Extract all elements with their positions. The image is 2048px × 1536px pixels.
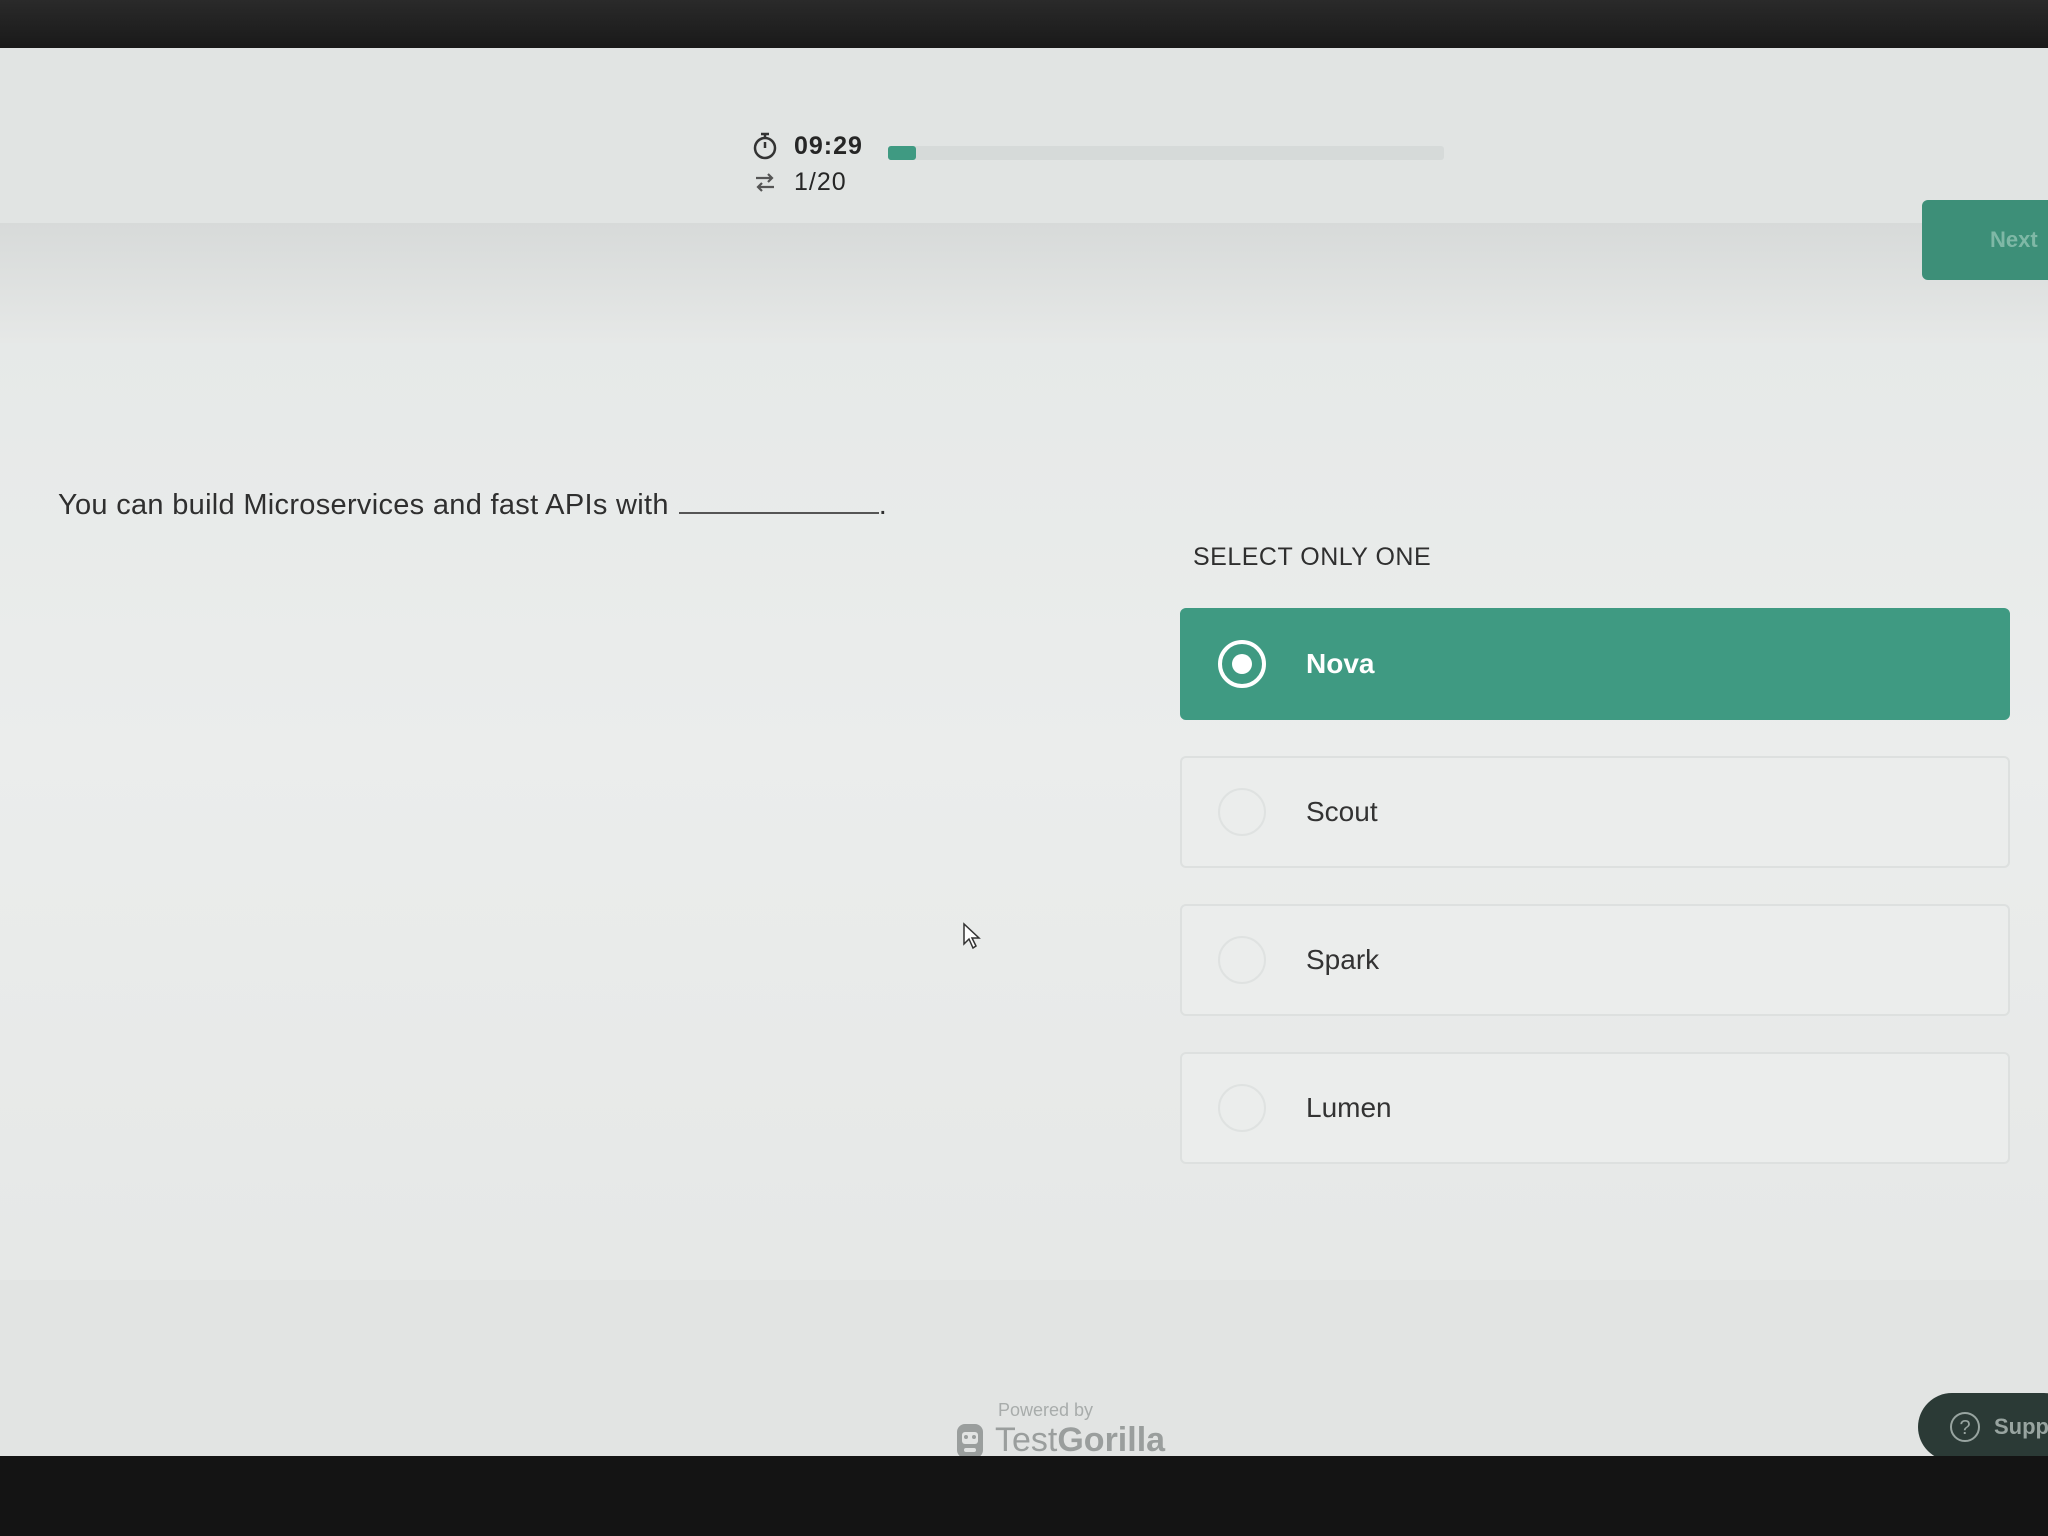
test-stats: 09:29 1/20 [750, 128, 863, 200]
counter-row: 1/20 [750, 164, 863, 200]
select-instruction: SELECT ONLY ONE [1193, 543, 1432, 571]
question-suffix: . [878, 489, 888, 521]
timer-row: 09:29 [750, 128, 863, 164]
brand-name-part1: Test [995, 1420, 1058, 1459]
progress-bar [888, 146, 1444, 160]
option-scout[interactable]: Scout [1180, 756, 2010, 868]
header-shadow [0, 223, 2048, 343]
support-label: Supp [1994, 1414, 2048, 1439]
question-counter: 1/20 [794, 167, 847, 196]
answer-blank [678, 488, 879, 514]
brand-name: TestGorilla [995, 1421, 1165, 1459]
screen: 09:29 1/20 Next You can build Microservi… [0, 48, 2048, 1458]
progress-fill [888, 146, 916, 160]
option-lumen[interactable]: Lumen [1180, 1052, 2010, 1164]
option-label: Lumen [1306, 1092, 1392, 1123]
monitor-bezel-bottom [0, 1456, 2048, 1536]
testgorilla-brand: TestGorilla [955, 1418, 1165, 1458]
mouse-pointer-icon [963, 922, 981, 950]
question-body: You can build Microservices and fast API… [58, 489, 669, 521]
arrows-swap-icon [756, 173, 774, 192]
option-spark[interactable]: Spark [1180, 904, 2010, 1016]
option-label: Scout [1306, 796, 1378, 827]
gorilla-logo-icon [957, 1424, 983, 1458]
radio-icon[interactable] [1218, 1084, 1266, 1132]
brand-name-part2: Gorilla [1057, 1420, 1166, 1459]
support-button[interactable]: ? Supp [1918, 1393, 2048, 1458]
option-nova[interactable]: Nova [1180, 608, 2010, 720]
question-text: You can build Microservices and fast API… [58, 488, 887, 522]
radio-icon[interactable] [1218, 788, 1266, 836]
radio-icon[interactable] [1218, 936, 1266, 984]
option-label: Nova [1306, 648, 1375, 679]
help-icon: ? [1950, 1412, 1980, 1442]
radio-selected-icon[interactable] [1218, 640, 1266, 688]
option-label: Spark [1306, 944, 1380, 975]
timer-value: 09:29 [794, 131, 863, 160]
stopwatch-icon [753, 132, 777, 160]
answer-options: Nova Scout Spark Lumen [1180, 608, 2010, 1200]
header-bar [0, 48, 2048, 223]
next-button[interactable]: Next [1922, 200, 2048, 280]
